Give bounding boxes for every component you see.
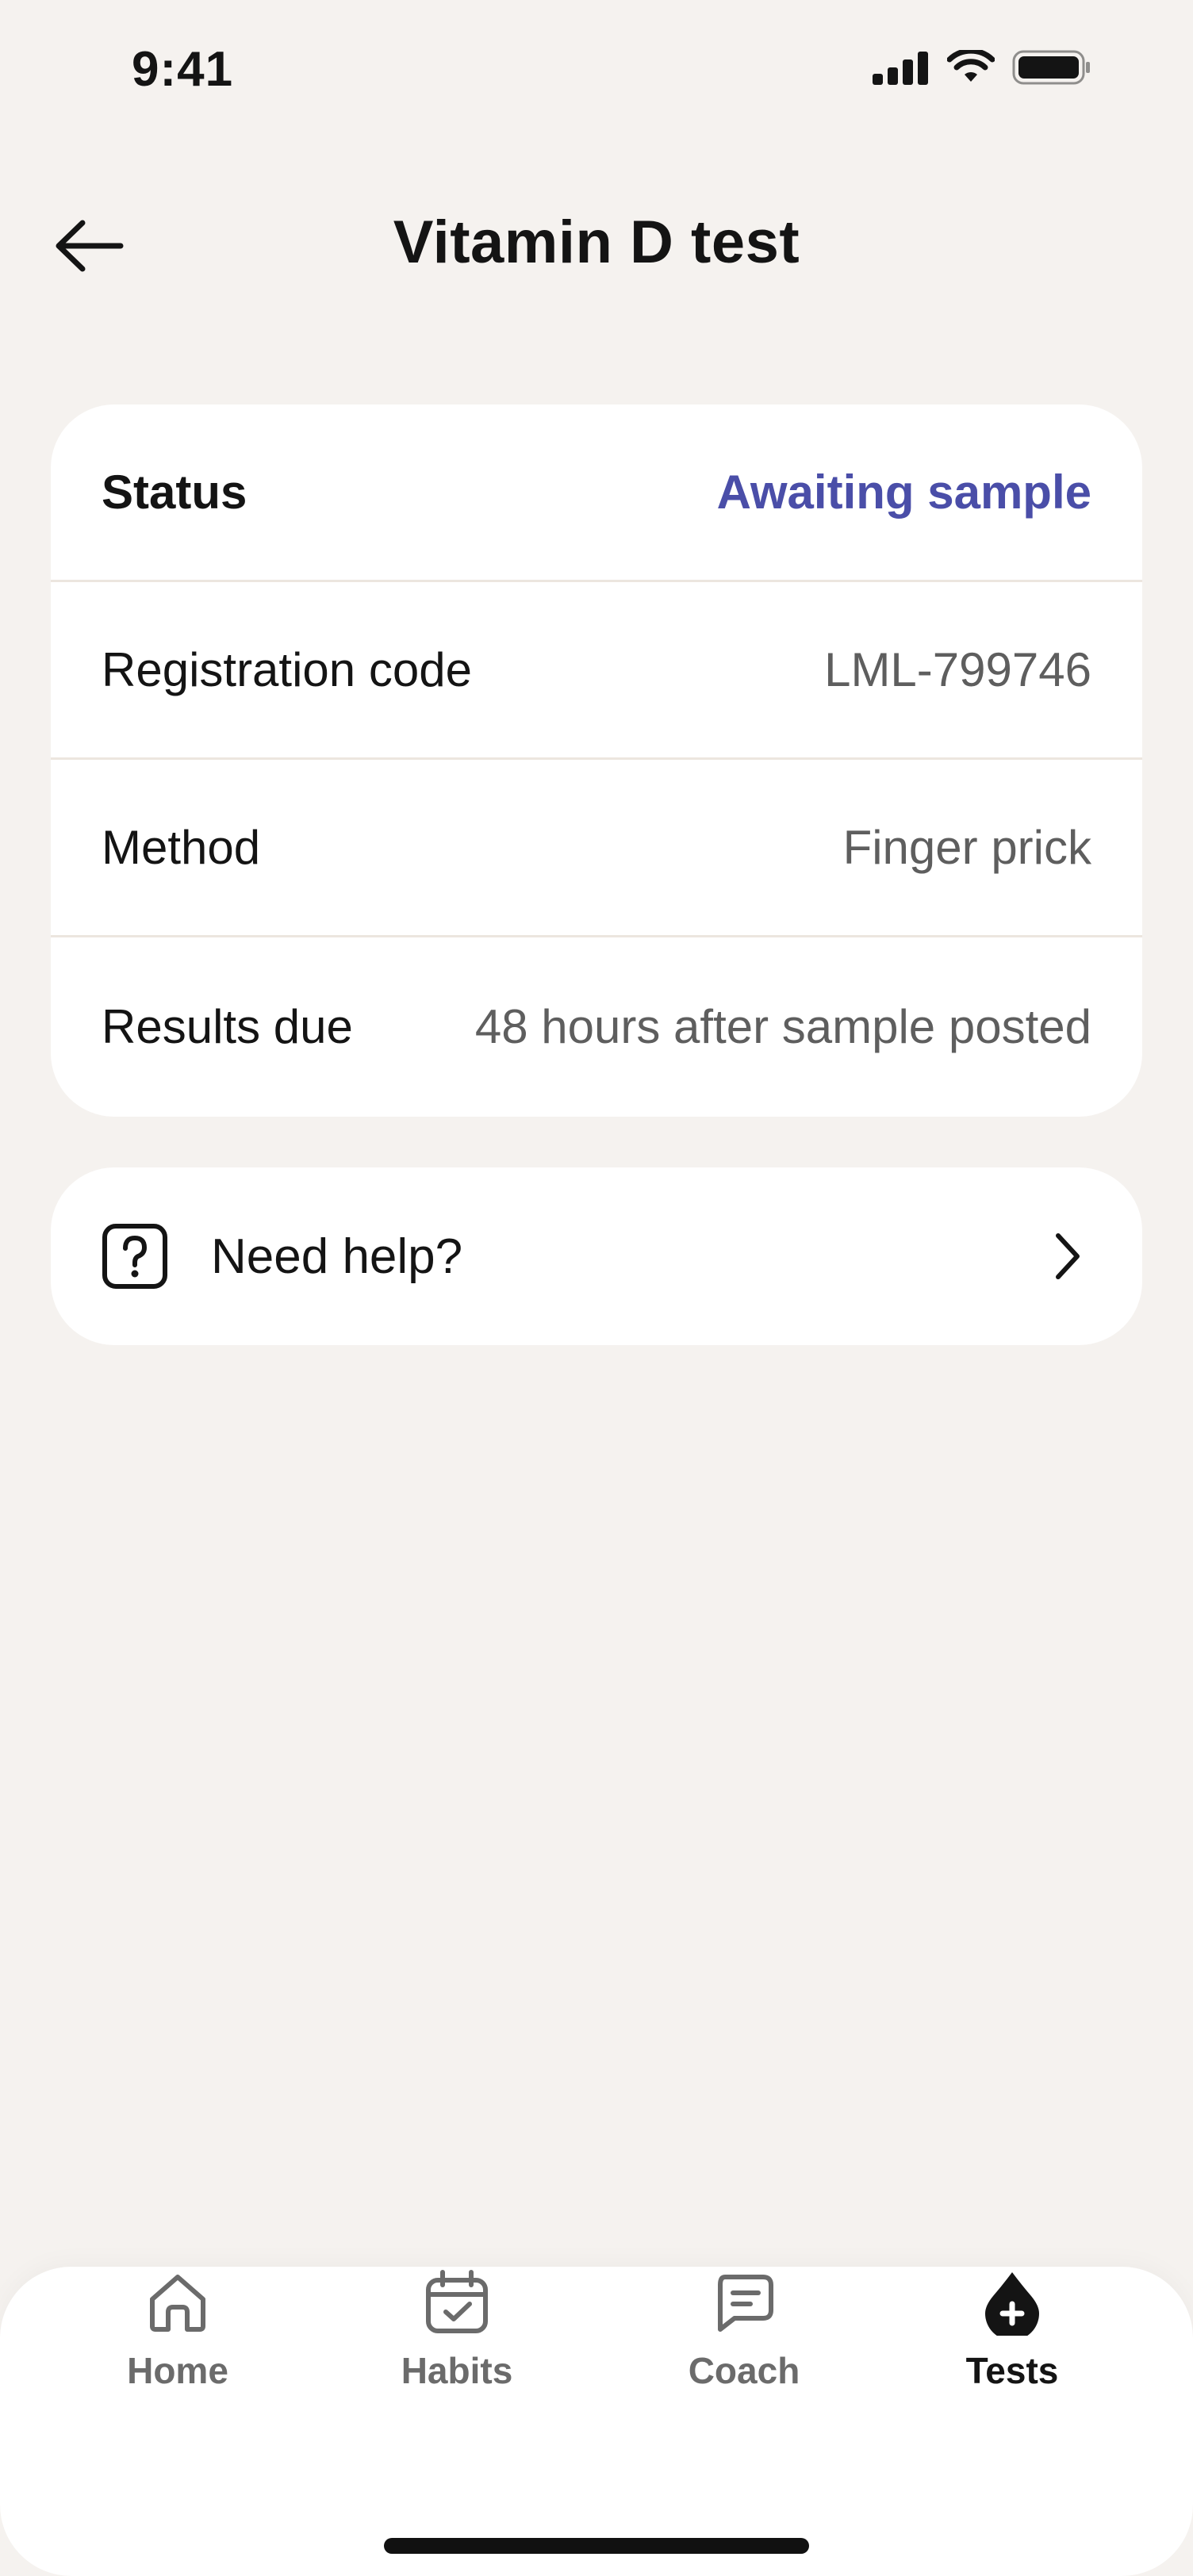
header: Vitamin D test bbox=[0, 190, 1193, 293]
home-icon bbox=[142, 2267, 213, 2338]
battery-icon bbox=[1012, 50, 1090, 85]
tab-habits-label: Habits bbox=[401, 2350, 513, 2391]
status-label: Status bbox=[102, 466, 247, 519]
wifi-icon bbox=[947, 50, 995, 82]
tab-bar: Home Habits Coach Tests bbox=[0, 2267, 1193, 2576]
results-due-value: 48 hours after sample posted bbox=[474, 999, 1091, 1053]
cellular-signal-icon bbox=[873, 52, 928, 85]
method-value: Finger prick bbox=[842, 821, 1091, 874]
need-help-button[interactable]: Need help? bbox=[51, 1167, 1142, 1345]
tab-habits[interactable]: Habits bbox=[362, 2267, 552, 2392]
results-due-row: Results due 48 hours after sample posted bbox=[51, 937, 1142, 1115]
question-mark-icon bbox=[102, 1223, 168, 1290]
need-help-label: Need help? bbox=[211, 1229, 463, 1284]
home-indicator[interactable] bbox=[384, 2538, 809, 2554]
tab-coach[interactable]: Coach bbox=[649, 2267, 839, 2392]
status-value: Awaiting sample bbox=[716, 466, 1091, 519]
registration-code-label: Registration code bbox=[102, 643, 472, 696]
tab-coach-label: Coach bbox=[688, 2350, 800, 2391]
page-title: Vitamin D test bbox=[393, 209, 800, 276]
method-row: Method Finger prick bbox=[51, 760, 1142, 937]
registration-code-value: LML-799746 bbox=[824, 643, 1091, 696]
tab-tests-label: Tests bbox=[965, 2350, 1059, 2391]
status-row: Status Awaiting sample bbox=[51, 404, 1142, 582]
status-icons bbox=[873, 49, 1091, 86]
screen: 9:41 Vitamin D test Status Awaiting samp… bbox=[0, 0, 1193, 2576]
tab-home[interactable]: Home bbox=[82, 2267, 273, 2392]
status-time: 9:41 bbox=[132, 42, 234, 97]
chat-icon bbox=[708, 2267, 780, 2338]
method-label: Method bbox=[102, 821, 261, 874]
chevron-right-icon bbox=[1044, 1225, 1091, 1288]
status-bar: 9:41 bbox=[0, 0, 1193, 143]
blood-drop-plus-icon bbox=[976, 2267, 1048, 2338]
test-details-card: Status Awaiting sample Registration code… bbox=[51, 404, 1142, 1117]
results-due-label: Results due bbox=[102, 999, 353, 1053]
calendar-check-icon bbox=[421, 2267, 493, 2338]
tab-home-label: Home bbox=[127, 2350, 228, 2391]
tab-tests[interactable]: Tests bbox=[917, 2267, 1107, 2392]
registration-code-row: Registration code LML-799746 bbox=[51, 582, 1142, 760]
